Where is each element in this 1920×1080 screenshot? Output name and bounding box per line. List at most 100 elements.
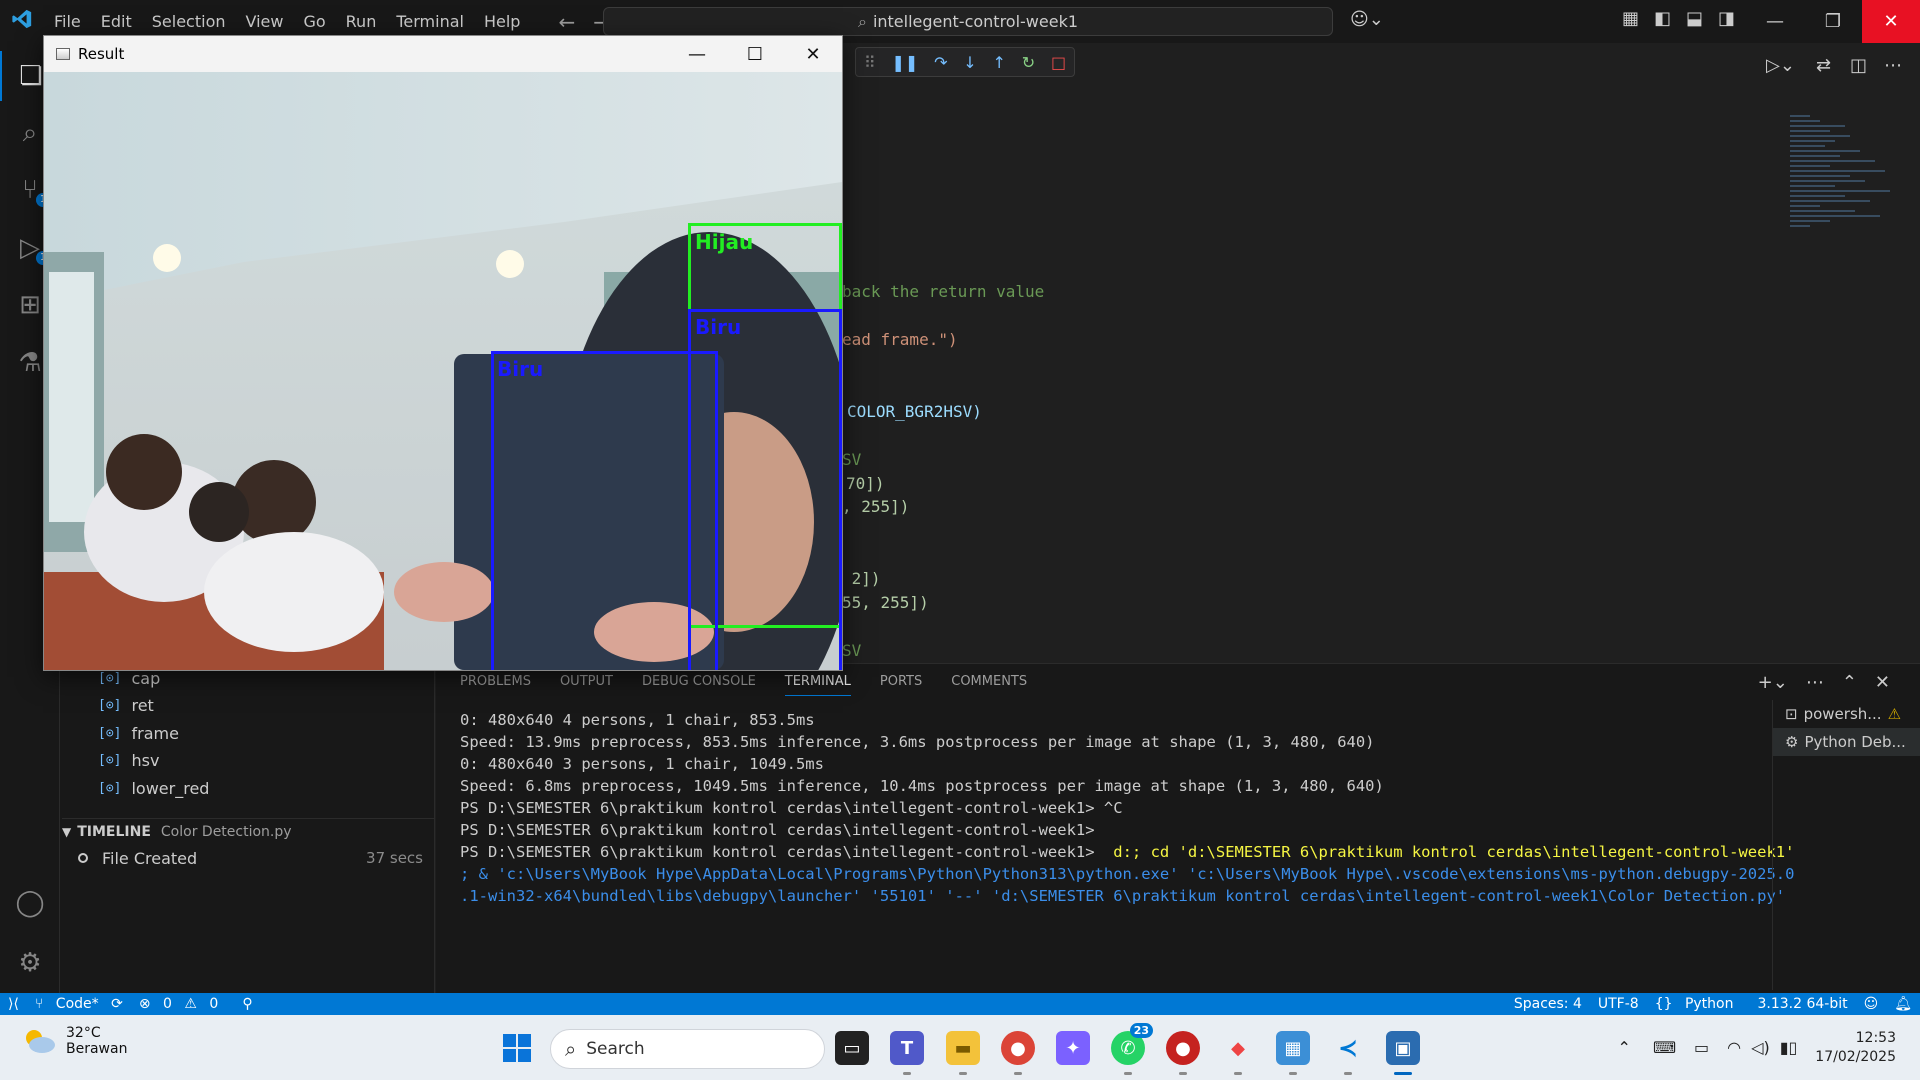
terminal-entry-powershell[interactable]: ⊡ powersh... ⚠	[1773, 700, 1920, 728]
camera-frame: Hijau Biru Biru	[44, 72, 842, 670]
clock[interactable]: 12:53 17/02/2025	[1815, 1029, 1896, 1067]
terminal-command-cont: ; & 'c:\Users\MyBook Hype\AppData\Local\…	[460, 865, 1795, 883]
problems-indicator[interactable]: ⊗ 0 ⚠ 0	[131, 996, 234, 1012]
stop-icon[interactable]: □	[1051, 53, 1066, 72]
outline-item[interactable]: [⊙] frame	[98, 724, 179, 743]
terminal-line: PS D:\SEMESTER 6\praktikum kontrol cerda…	[460, 799, 1123, 817]
remote-icon[interactable]: ⟩⟨	[0, 996, 27, 1012]
restore-button[interactable]: ❐	[1804, 0, 1862, 43]
step-out-icon[interactable]: ↑	[993, 53, 1006, 72]
maximize-panel-icon[interactable]: ⌃	[1842, 672, 1857, 693]
battery-icon[interactable]: ▮▯	[1780, 1038, 1798, 1057]
outline-label: cap	[131, 669, 161, 688]
outline-item[interactable]: [⊙] cap	[98, 669, 160, 688]
customize-layout-icon[interactable]: ▦	[1622, 8, 1639, 29]
menu-selection[interactable]: Selection	[142, 12, 236, 31]
indentation-status[interactable]: Spaces: 4	[1506, 996, 1590, 1012]
close-button[interactable]: ✕	[784, 44, 842, 65]
terminal-entry-python-debug[interactable]: ⚙ Python Deb...	[1773, 728, 1920, 756]
copilot-status-icon[interactable]: ☺	[1856, 996, 1887, 1012]
teams-icon[interactable]: T	[890, 1031, 924, 1075]
minimap[interactable]	[1790, 115, 1900, 275]
command-center-search[interactable]: ⌕ intellegent-control-week1	[603, 7, 1333, 36]
display-icon[interactable]: ▭	[1694, 1038, 1709, 1057]
whatsapp-icon[interactable]: ✆ 23	[1111, 1023, 1153, 1075]
debug-status-icon[interactable]: ⚲	[234, 996, 260, 1012]
outline-item[interactable]: [⊙] hsv	[98, 751, 159, 770]
maximize-button[interactable]: ☐	[726, 44, 784, 65]
toggle-sidebar-icon[interactable]: ◧	[1654, 8, 1671, 29]
toggle-panel-icon[interactable]: ⬓	[1686, 8, 1703, 29]
timeline-header[interactable]: ▼ TIMELINE Color Detection.py	[62, 818, 434, 844]
volume-icon[interactable]: ◁)	[1751, 1038, 1770, 1057]
pause-icon[interactable]: ❚❚	[891, 53, 918, 72]
file-explorer-icon[interactable]: ▬	[946, 1031, 980, 1075]
taskbar-search[interactable]: ⌕ Search	[550, 1029, 825, 1069]
search-icon: ⌕	[565, 1037, 577, 1061]
outline-item[interactable]: [⊙] ret	[98, 696, 154, 715]
menu-run[interactable]: Run	[336, 12, 387, 31]
menu-bar: File Edit Selection View Go Run Terminal…	[44, 12, 530, 31]
back-arrow-icon[interactable]: ←	[558, 10, 575, 34]
menu-edit[interactable]: Edit	[91, 12, 142, 31]
chrome-profile-icon[interactable]: ●	[1166, 1031, 1200, 1075]
warning-count: 0	[209, 996, 219, 1012]
copilot-app-icon[interactable]: ✦	[1056, 1031, 1090, 1065]
vscode-taskbar-icon[interactable]: ≺	[1331, 1031, 1365, 1075]
interpreter-status[interactable]: 3.13.2 64-bit	[1749, 996, 1855, 1012]
tab-terminal[interactable]: TERMINAL	[784, 674, 851, 696]
outline-item[interactable]: [⊙] lower_red	[98, 779, 209, 798]
tab-output[interactable]: OUTPUT	[560, 674, 613, 696]
more-actions-icon[interactable]: ⋯	[1884, 55, 1902, 76]
close-panel-icon[interactable]: ✕	[1875, 672, 1890, 693]
new-terminal-icon[interactable]: +⌄	[1758, 672, 1788, 693]
compare-changes-icon[interactable]: ⇄	[1816, 55, 1831, 76]
time: 12:53	[1855, 1029, 1896, 1046]
menu-terminal[interactable]: Terminal	[386, 12, 474, 31]
run-python-icon[interactable]: ▷⌄	[1766, 55, 1795, 76]
language-label: Python	[1684, 996, 1734, 1012]
drag-handle-icon[interactable]: ⠿	[864, 53, 876, 72]
minimize-button[interactable]: —	[1746, 0, 1804, 43]
chrome-icon[interactable]: ●	[1001, 1031, 1035, 1075]
more-actions-icon[interactable]: ⋯	[1806, 672, 1824, 693]
toggle-secondary-sidebar-icon[interactable]: ◨	[1718, 8, 1735, 29]
wifi-icon[interactable]: ◠	[1727, 1038, 1741, 1057]
minimize-button[interactable]: —	[668, 44, 726, 65]
result-window-titlebar[interactable]: Result — ☐ ✕	[44, 36, 842, 72]
language-status[interactable]: {} Python	[1647, 996, 1750, 1012]
step-into-icon[interactable]: ↓	[963, 53, 976, 72]
tab-ports[interactable]: PORTS	[880, 674, 922, 696]
tab-problems[interactable]: PROBLEMS	[460, 674, 531, 696]
close-button[interactable]: ✕	[1862, 0, 1920, 43]
pinned-app-icon[interactable]: ◆	[1221, 1031, 1255, 1075]
timeline-entry[interactable]: File Created 37 secs	[78, 845, 423, 871]
terminal-output[interactable]: 0: 480x640 4 persons, 1 chair, 853.5ms Sp…	[460, 709, 1795, 907]
menu-file[interactable]: File	[44, 12, 91, 31]
menu-view[interactable]: View	[236, 12, 294, 31]
code-numbers: , 255])	[842, 497, 910, 516]
control-panel-icon[interactable]: ▦	[1276, 1031, 1310, 1075]
git-branch[interactable]: ⑂ Code* ⟳	[27, 996, 131, 1012]
windows-start-icon[interactable]	[500, 1031, 534, 1065]
settings-gear-icon[interactable]: ⚙	[0, 938, 60, 988]
outline-label: lower_red	[131, 779, 210, 798]
encoding-status[interactable]: UTF-8	[1590, 996, 1647, 1012]
python-window-icon[interactable]: ▣	[1386, 1031, 1420, 1075]
notifications-bell-icon[interactable]: 🔔︎	[1886, 996, 1920, 1012]
menu-help[interactable]: Help	[474, 12, 530, 31]
tab-comments[interactable]: COMMENTS	[951, 674, 1027, 696]
menu-go[interactable]: Go	[293, 12, 335, 31]
copilot-icon[interactable]: ☺⌄	[1350, 9, 1384, 30]
split-editor-icon[interactable]: ◫	[1850, 55, 1867, 76]
step-over-icon[interactable]: ↷	[934, 53, 947, 72]
task-view-icon[interactable]: ▭	[835, 1031, 869, 1065]
keyboard-icon[interactable]: ⌨	[1653, 1038, 1676, 1057]
temperature: 32°C	[66, 1025, 101, 1041]
weather-widget[interactable]: 32°C Berawan	[22, 1025, 127, 1057]
chevron-up-icon[interactable]: ⌃	[1618, 1038, 1631, 1057]
restart-icon[interactable]: ↻	[1022, 53, 1035, 72]
tab-debug-console[interactable]: DEBUG CONSOLE	[642, 674, 756, 696]
accounts-icon[interactable]: ◯	[0, 878, 60, 928]
detection-label: Biru	[695, 315, 742, 339]
